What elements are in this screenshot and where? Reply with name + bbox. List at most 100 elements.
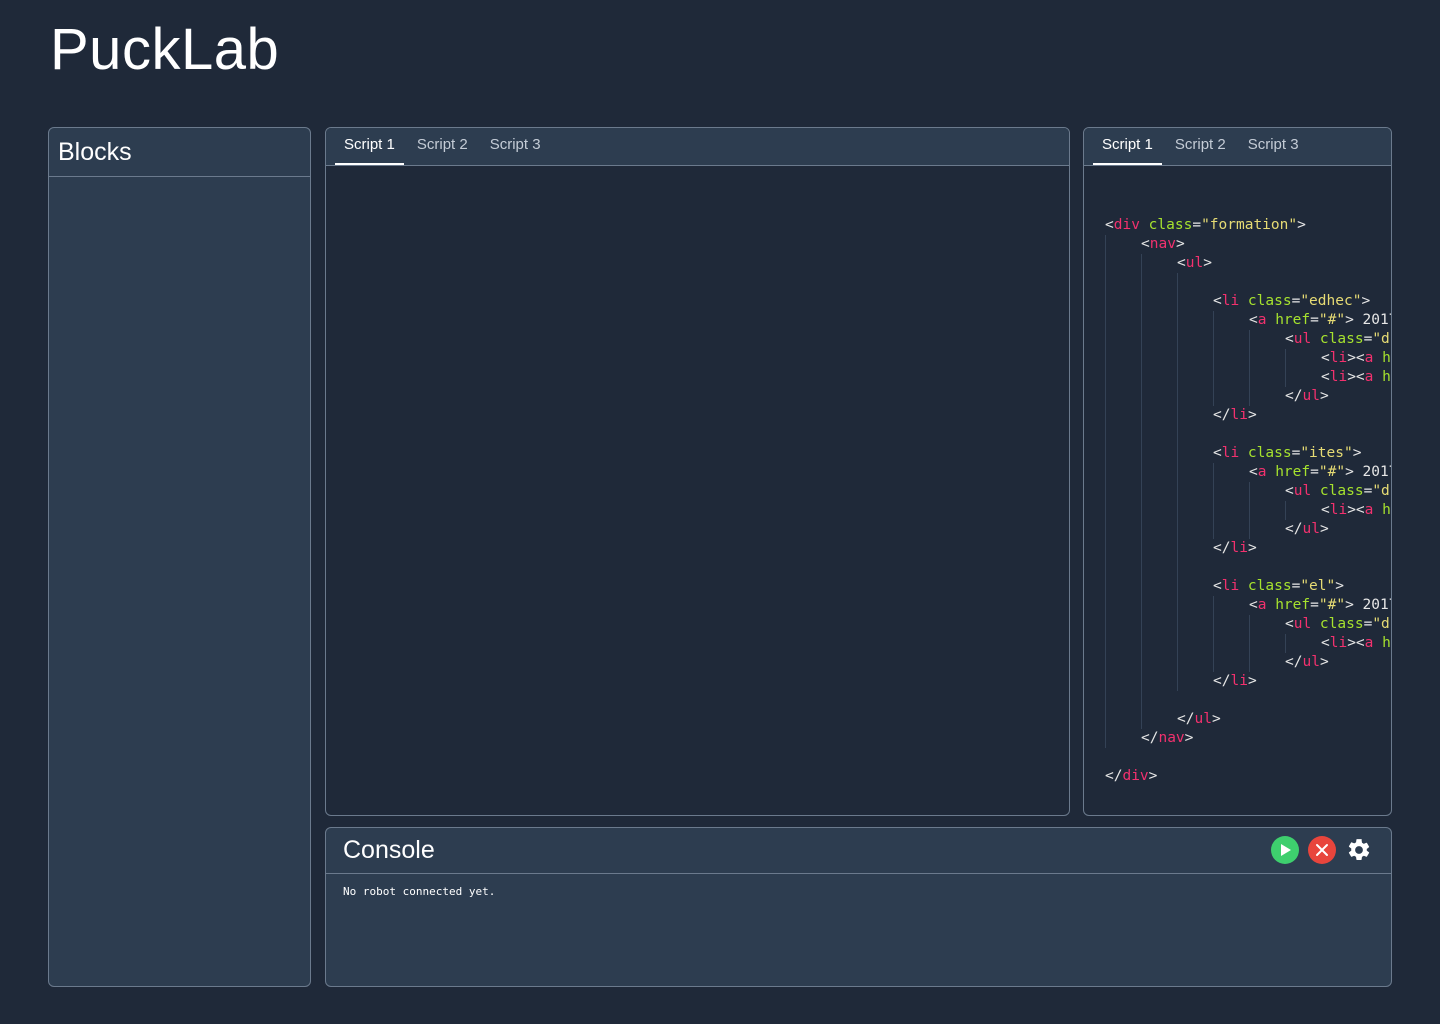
indent-guide [1141, 311, 1142, 330]
indent-guide [1105, 425, 1106, 444]
indent-guide [1177, 577, 1178, 596]
indent-guide [1213, 653, 1214, 672]
indent-guide [1105, 596, 1106, 615]
code-token: > [1148, 768, 1158, 784]
code-token: </ [1213, 540, 1231, 556]
indent-guide [1285, 634, 1286, 653]
indent-guide [1249, 501, 1250, 520]
run-button[interactable] [1271, 836, 1299, 864]
indent-guide [1105, 577, 1106, 596]
code-token: < [1249, 464, 1258, 480]
indent-guide [1213, 463, 1214, 482]
indent-guide [1177, 330, 1178, 349]
code-token: < [1249, 597, 1258, 613]
code-line: </li> [1105, 539, 1391, 558]
code-token: = [1192, 217, 1202, 233]
editor-tab-script-3[interactable]: Script 3 [481, 136, 550, 165]
indent-guide [1177, 653, 1178, 672]
code-token: 2017 [1362, 597, 1391, 613]
code-line-content: <a href="#"> 2017 [1249, 311, 1391, 330]
code-line: </li> [1105, 406, 1391, 425]
indent-guide [1105, 653, 1106, 672]
code-line: <li class="edhec"> [1105, 292, 1391, 311]
editor-workspace[interactable] [326, 166, 1069, 815]
code-tab-script-3[interactable]: Script 3 [1239, 136, 1308, 165]
console-output: No robot connected yet. [343, 885, 496, 898]
indent-guide [1105, 254, 1106, 273]
editor-tab-script-1[interactable]: Script 1 [335, 136, 404, 165]
code-token: "el" [1300, 578, 1336, 594]
code-line [1105, 558, 1391, 577]
code-line-content: <li><a href [1321, 501, 1391, 520]
code-token: ul [1185, 255, 1204, 271]
code-token: = [1310, 597, 1319, 613]
code-tab-script-2[interactable]: Script 2 [1166, 136, 1235, 165]
code-view[interactable]: <div class="formation"> <nav> <ul> <li clas… [1084, 166, 1391, 815]
code-line: <nav> [1105, 235, 1391, 254]
code-token: </ [1285, 521, 1303, 537]
console-title: Console [343, 836, 435, 864]
gear-icon [1348, 839, 1370, 860]
code-token: = [1310, 312, 1319, 328]
code-line: <ul class="dropdown"> [1105, 615, 1391, 634]
indent-guide [1105, 710, 1106, 729]
editor-tab-script-2[interactable]: Script 2 [408, 136, 477, 165]
code-token: "dropdown" [1372, 483, 1391, 499]
indent-guide [1213, 596, 1214, 615]
indent-guide [1141, 368, 1142, 387]
indent-guide [1177, 292, 1178, 311]
stop-button[interactable] [1308, 836, 1336, 864]
code-token: "formation" [1201, 217, 1298, 233]
code-token: > [1175, 236, 1185, 252]
code-line: <li><a href [1105, 634, 1391, 653]
close-icon [1316, 844, 1328, 856]
code-token: class [1311, 331, 1364, 347]
code-token: < [1285, 483, 1294, 499]
code-token: li [1221, 578, 1240, 594]
indent-guide [1105, 330, 1106, 349]
code-token: > [1184, 730, 1194, 746]
indent-guide [1177, 311, 1178, 330]
code-token: "dropdown" [1372, 616, 1391, 632]
indent-guide [1141, 406, 1142, 425]
code-token: > [1319, 388, 1329, 404]
indent-guide [1141, 710, 1142, 729]
code-token: = [1310, 464, 1319, 480]
indent-guide [1249, 368, 1250, 387]
code-token: > [1352, 445, 1362, 461]
code-token: > [1319, 654, 1329, 670]
code-token: </ [1285, 654, 1303, 670]
code-token: </ [1213, 673, 1231, 689]
indent-guide [1141, 482, 1142, 501]
indent-guide [1249, 615, 1250, 634]
indent-guide [1105, 292, 1106, 311]
code-line: <a href="#"> 2017 [1105, 311, 1391, 330]
code-line: </li> [1105, 672, 1391, 691]
code-line-content: <a href="#"> 2017 [1249, 596, 1391, 615]
code-token: href [1266, 312, 1311, 328]
code-token: li [1329, 635, 1348, 651]
code-token: "dropdown" [1372, 331, 1391, 347]
console-panel: Console No robot connected yet. [325, 827, 1392, 987]
code-token: li [1221, 445, 1240, 461]
code-line-content: <ul class="dropdown"> [1285, 615, 1391, 634]
settings-button[interactable] [1345, 836, 1373, 864]
code-tab-script-1[interactable]: Script 1 [1093, 136, 1162, 165]
indent-guide [1105, 463, 1106, 482]
indent-guide [1141, 539, 1142, 558]
indent-guide [1249, 330, 1250, 349]
indent-guide [1177, 349, 1178, 368]
code-token: href [1266, 464, 1311, 480]
indent-guide [1141, 558, 1142, 577]
code-line-content: </li> [1213, 539, 1257, 558]
indent-guide [1249, 482, 1250, 501]
code-line-content: <ul> [1177, 254, 1212, 273]
indent-guide [1105, 539, 1106, 558]
indent-guide [1177, 368, 1178, 387]
code-line-content: <ul class="dropdown"> [1285, 330, 1391, 349]
code-line-content: </li> [1213, 672, 1257, 691]
code-token: < [1177, 255, 1186, 271]
code-token: class [1311, 616, 1364, 632]
code-line: <li><a href [1105, 349, 1391, 368]
